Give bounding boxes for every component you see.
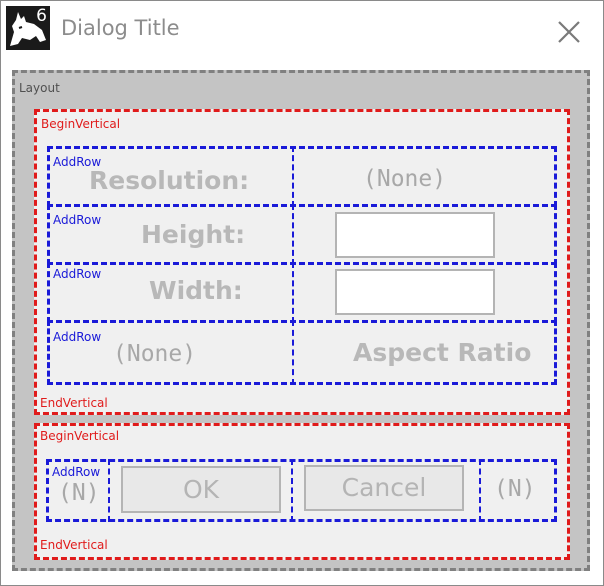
none-placeholder-right: (N) [494, 476, 536, 502]
height-label: Height: [141, 220, 246, 249]
add-row-label: AddRow [53, 330, 102, 344]
column-divider [292, 262, 294, 323]
dialog-title: Dialog Title [61, 16, 180, 40]
cancel-button[interactable]: Cancel [304, 465, 464, 511]
version-number: 6 [36, 6, 47, 26]
aspect-ratio-label: Aspect Ratio [353, 338, 532, 367]
none-placeholder-left: (N) [58, 480, 100, 506]
column-divider [291, 459, 293, 522]
rhino-icon: 6 [6, 6, 50, 50]
close-icon [558, 21, 580, 43]
end-vertical-label: EndVertical [40, 538, 108, 552]
add-row-label: AddRow [53, 267, 102, 281]
resolution-label: Resolution: [89, 166, 250, 195]
column-divider [292, 320, 294, 385]
layout-label: Layout [19, 81, 60, 95]
dialog-window: 6 Dialog Title Layout BeginVertical EndV… [0, 0, 604, 586]
row-height: AddRow Height: [47, 204, 557, 265]
begin-vertical-label: BeginVertical [40, 429, 120, 443]
row-buttons: AddRow (N) OK Cancel (N) [46, 459, 557, 522]
row-width: AddRow Width: [47, 262, 557, 323]
resolution-value: (None) [363, 166, 447, 192]
layout-container: Layout BeginVertical EndVertical AddRow … [12, 70, 590, 571]
height-input[interactable] [335, 212, 495, 258]
width-label: Width: [149, 276, 243, 305]
column-divider [292, 204, 294, 265]
vertical-section-1: BeginVertical EndVertical AddRow Resolut… [34, 109, 570, 415]
close-button[interactable] [554, 17, 584, 47]
row-resolution: AddRow Resolution: (None) [47, 146, 557, 207]
vertical-section-2: BeginVertical EndVertical AddRow (N) OK … [34, 423, 570, 560]
add-row-label: AddRow [53, 213, 102, 227]
row-aspect-ratio: AddRow (None) Aspect Ratio [47, 320, 557, 385]
none-placeholder: (None) [113, 341, 197, 367]
add-row-label: AddRow [52, 465, 101, 479]
ok-button[interactable]: OK [121, 466, 281, 513]
title-bar[interactable]: 6 Dialog Title [1, 1, 603, 61]
begin-vertical-label: BeginVertical [41, 117, 121, 131]
width-input[interactable] [335, 269, 495, 315]
end-vertical-label: EndVertical [40, 396, 108, 410]
column-divider [108, 459, 110, 522]
column-divider [479, 459, 481, 522]
column-divider [292, 146, 294, 207]
